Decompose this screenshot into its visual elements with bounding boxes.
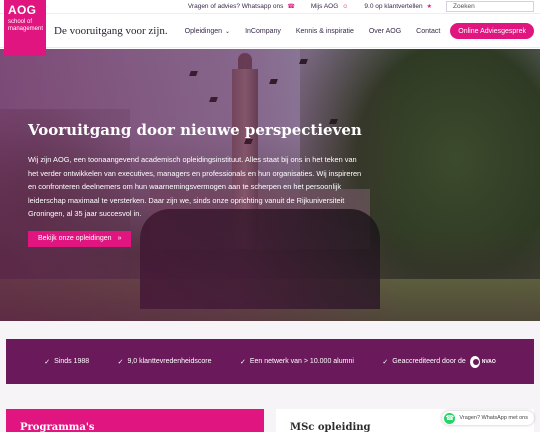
nav-item-incompany[interactable]: InCompany (245, 28, 281, 35)
whatsapp-icon: ☎ (444, 412, 456, 424)
logo-sub-line2: management (8, 26, 44, 32)
stats-bar: ✓ Sinds 1988 ✓ 9,0 klanttevredenheidscor… (6, 339, 534, 384)
stats-section: ✓ Sinds 1988 ✓ 9,0 klanttevredenheidscor… (0, 321, 540, 409)
nav-item-kennis[interactable]: Kennis & inspiratie (296, 28, 354, 35)
check-icon: ✓ (382, 358, 389, 366)
stat-label: Sinds 1988 (54, 358, 90, 365)
rating-label: 9.0 op klantvertellen (364, 3, 423, 10)
advice-link[interactable]: Vragen of advies? Whatsapp ons ☎ (188, 3, 295, 10)
nav-item-over-aog[interactable]: Over AOG (369, 28, 401, 35)
main-nav: Opleidingen ⌄ InCompany Kennis & inspira… (170, 23, 534, 39)
stat-label: Geaccrediteerd door de (392, 358, 466, 365)
hero-title: Vooruitgang door nieuwe perspectieven (28, 121, 362, 139)
whatsapp-icon: ☎ (287, 4, 295, 10)
view-programs-button[interactable]: Bekijk onze opleidingen » (28, 230, 132, 247)
msc-card-title: MSc opleiding (290, 422, 371, 432)
stat-item: ✓ Sinds 1988 (44, 358, 89, 366)
check-icon: ✓ (117, 358, 124, 366)
stat-item: ✓ Een netwerk van > 10.000 alumni (240, 358, 354, 366)
user-icon: ☺ (342, 3, 349, 10)
search-input[interactable]: Zoeken (446, 1, 534, 12)
stat-item: ✓ 9,0 klanttevredenheidscore (118, 358, 212, 366)
double-chevron-right-icon: » (117, 235, 122, 242)
check-icon: ✓ (44, 358, 51, 366)
stat-item: ✓ Geaccrediteerd door de NVAO (382, 355, 496, 369)
main-header: AOG school of management De vooruitgang … (0, 0, 540, 56)
view-programs-label: Bekijk onze opleidingen (38, 235, 112, 242)
whatsapp-label: Vragen? WhatsApp met ons (459, 415, 528, 421)
search-placeholder: Zoeken (453, 3, 475, 10)
advice-call-button[interactable]: Online Adviesgesprek (450, 23, 534, 39)
programs-card-title: Programma's (20, 422, 95, 432)
nav-item-contact[interactable]: Contact (416, 28, 440, 35)
my-aog-label: Mijs AOG (310, 3, 339, 10)
my-aog-link[interactable]: Mijs AOG ☺ (311, 3, 349, 10)
advice-label: Vragen of advies? Whatsapp ons (187, 3, 284, 10)
stat-label: Een netwerk van > 10.000 alumni (249, 358, 354, 365)
logo-subtitle: school of management (8, 19, 44, 33)
logo-sub-line1: school of (8, 19, 33, 25)
nvao-logo-mark (469, 355, 480, 368)
nav-label: Opleidingen (184, 27, 223, 35)
logo-name: AOG (8, 3, 37, 17)
whatsapp-chat-button[interactable]: ☎ Vragen? WhatsApp met ons (442, 411, 534, 425)
nvao-logo-text: NVAO (481, 358, 496, 365)
rating-link[interactable]: 9.0 op klantvertellen ★ (364, 3, 432, 10)
hero-banner: Vooruitgang door nieuwe perspectieven Wi… (0, 49, 540, 321)
tagline: De vooruitgang voor zijn. (54, 25, 168, 37)
nav-item-opleidingen[interactable]: Opleidingen ⌄ (185, 28, 230, 35)
programs-card[interactable]: Programma's (6, 409, 264, 432)
star-icon: ★ (426, 4, 432, 10)
stat-label: 9,0 klanttevredenheidscore (127, 358, 212, 365)
check-icon: ✓ (239, 358, 246, 366)
hero-text: Wij zijn AOG, een toonaangevend academis… (28, 155, 362, 218)
nvao-logo: NVAO (469, 355, 496, 369)
hero-content: Vooruitgang door nieuwe perspectieven Wi… (28, 121, 368, 247)
aog-logo[interactable]: AOG school of management (4, 0, 46, 56)
utility-bar: Vragen of advies? Whatsapp ons ☎ Mijs AO… (0, 0, 540, 14)
chevron-down-icon: ⌄ (225, 28, 231, 35)
